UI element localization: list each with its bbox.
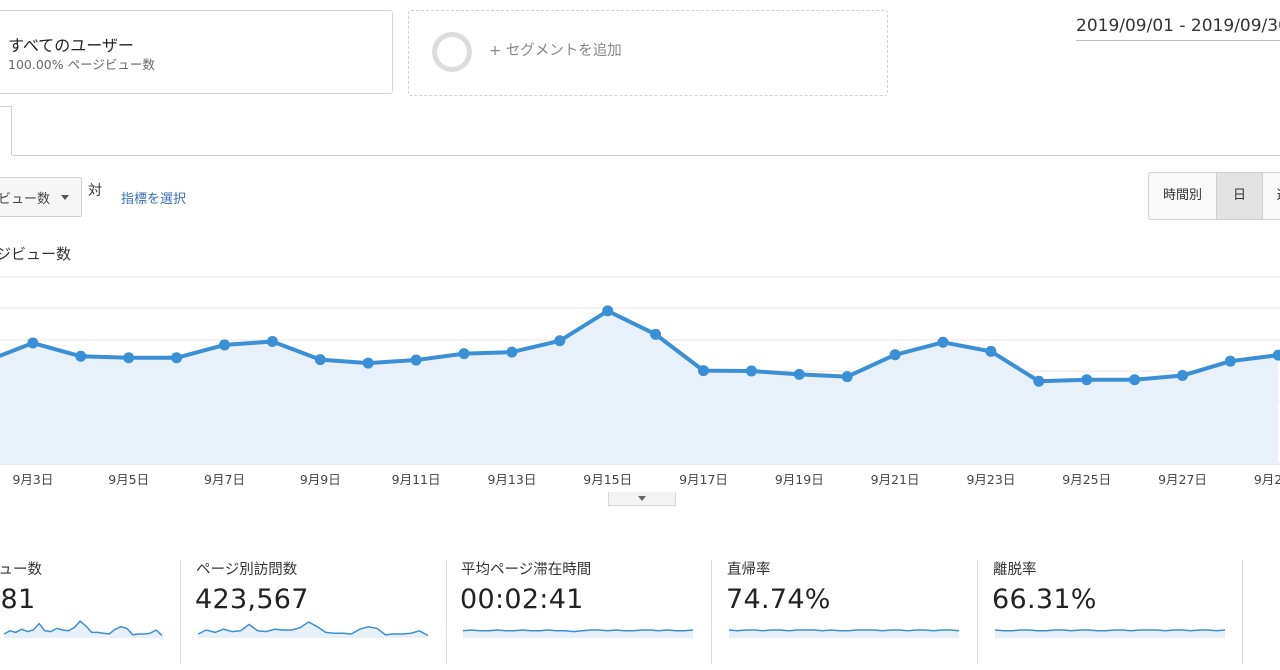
- x-tick-label: 9月5日: [108, 472, 149, 487]
- tab-overview[interactable]: [0, 106, 12, 156]
- data-point: [219, 339, 230, 351]
- data-point: [745, 365, 757, 377]
- pageviews-chart: 9月3日 9月5日 9月7日 9月9日 9月11日 9月13日 9月15日 9月17日 9月19…: [0, 276, 1280, 487]
- x-tick-label: 9月25日: [1062, 472, 1111, 487]
- scorecard-label: 直帰率: [727, 562, 771, 578]
- scorecard-divider: [711, 560, 712, 664]
- data-point: [937, 336, 949, 348]
- scorecard-value: 281: [0, 584, 36, 615]
- data-point: [1081, 374, 1093, 386]
- data-point: [841, 371, 853, 383]
- x-tick-label: 9月21日: [871, 472, 920, 487]
- scorecard-value: 74.74%: [726, 584, 831, 615]
- data-point: [75, 350, 87, 362]
- date-range-picker[interactable]: 2019/09/01 - 2019/09/30: [1076, 16, 1280, 41]
- x-tick-label: 9月29日: [1254, 472, 1280, 487]
- scorecard-sparkline: [462, 629, 694, 638]
- data-point: [410, 354, 422, 366]
- add-segment-label: + セグメントを追加: [489, 43, 622, 59]
- data-point: [458, 348, 470, 360]
- sparkline-line: [994, 629, 1226, 632]
- add-segment-button[interactable]: [408, 10, 888, 96]
- scorecard-divider: [180, 560, 181, 664]
- scorecard-sparkline: [728, 629, 960, 638]
- x-tick-label: 9月15日: [583, 472, 632, 487]
- scorecard-value: 66.31%: [992, 584, 1097, 615]
- scorecard-label: ページ別訪問数: [196, 562, 298, 578]
- chevron-down-icon: [638, 496, 646, 501]
- data-point: [793, 368, 805, 380]
- x-tick-label: 9月23日: [966, 472, 1015, 487]
- segment-title: すべてのユーザー: [8, 36, 134, 55]
- data-point: [314, 354, 326, 366]
- x-tick-label: 9月3日: [12, 472, 53, 487]
- data-point: [362, 357, 374, 369]
- x-tick-label: 9月7日: [204, 472, 245, 487]
- scorecard-sparkline: [3, 620, 163, 638]
- scorecard-label: 平均ページ滞在時間: [461, 562, 592, 578]
- sparkline-line: [728, 629, 960, 632]
- data-point: [889, 349, 901, 361]
- data-point: [171, 352, 183, 364]
- x-tick-label: 9月11日: [392, 472, 441, 487]
- metric-select-label: ビュー数: [0, 192, 51, 207]
- data-point: [554, 335, 566, 347]
- scorecard-divider: [977, 560, 978, 664]
- data-point: [123, 352, 135, 364]
- data-point: [266, 336, 278, 348]
- segment-subtitle: 100.00% ページビュー数: [8, 57, 155, 72]
- series-area: [0, 310, 1279, 464]
- x-tick-label: 9月17日: [679, 472, 728, 487]
- data-point: [506, 346, 518, 358]
- scorecard[interactable]: 直帰率 74.74%: [726, 556, 977, 666]
- x-tick-label: 9月19日: [775, 472, 824, 487]
- data-point: [1224, 355, 1236, 367]
- period-toggle-group: 時間別 日 週: [1148, 172, 1280, 220]
- x-tick-label: 9月13日: [487, 472, 536, 487]
- scorecard[interactable]: ページ別訪問数 423,567: [195, 556, 446, 666]
- chevron-down-icon: [61, 195, 69, 200]
- scorecard-value: 00:02:41: [460, 584, 584, 615]
- scorecard-divider: [446, 560, 447, 664]
- select-metric-link[interactable]: 指標を選択: [121, 188, 186, 207]
- period-weekly-button[interactable]: 週: [1263, 173, 1280, 219]
- versus-label: 対: [88, 183, 102, 199]
- scorecard-value: 423,567: [195, 584, 309, 615]
- scorecard[interactable]: 離脱率 66.31%: [992, 556, 1243, 666]
- scorecard-label: 離脱率: [993, 562, 1037, 578]
- data-point: [602, 305, 614, 317]
- period-hourly-button[interactable]: 時間別: [1149, 173, 1217, 219]
- data-point: [650, 328, 662, 340]
- data-point: [1177, 370, 1188, 382]
- x-tick-label: 9月9日: [300, 472, 341, 487]
- segment-placeholder-circle-icon: [432, 32, 472, 72]
- data-point: [698, 365, 709, 377]
- chart-series-label: ジビュー数: [0, 245, 72, 263]
- period-daily-button[interactable]: 日: [1217, 173, 1263, 219]
- data-point: [27, 337, 39, 349]
- scorecard-divider: [1242, 560, 1243, 664]
- data-point: [1033, 375, 1045, 387]
- scorecard-sparkline: [994, 629, 1226, 638]
- scorecard[interactable]: 平均ページ滞在時間 00:02:41: [460, 556, 711, 666]
- scorecard-sparkline: [197, 621, 429, 638]
- tab-divider: [0, 155, 1280, 156]
- x-tick-label: 9月27日: [1158, 472, 1207, 487]
- data-point: [1129, 374, 1141, 386]
- data-point: [985, 345, 997, 357]
- scorecard-label: ビュー数: [0, 562, 42, 578]
